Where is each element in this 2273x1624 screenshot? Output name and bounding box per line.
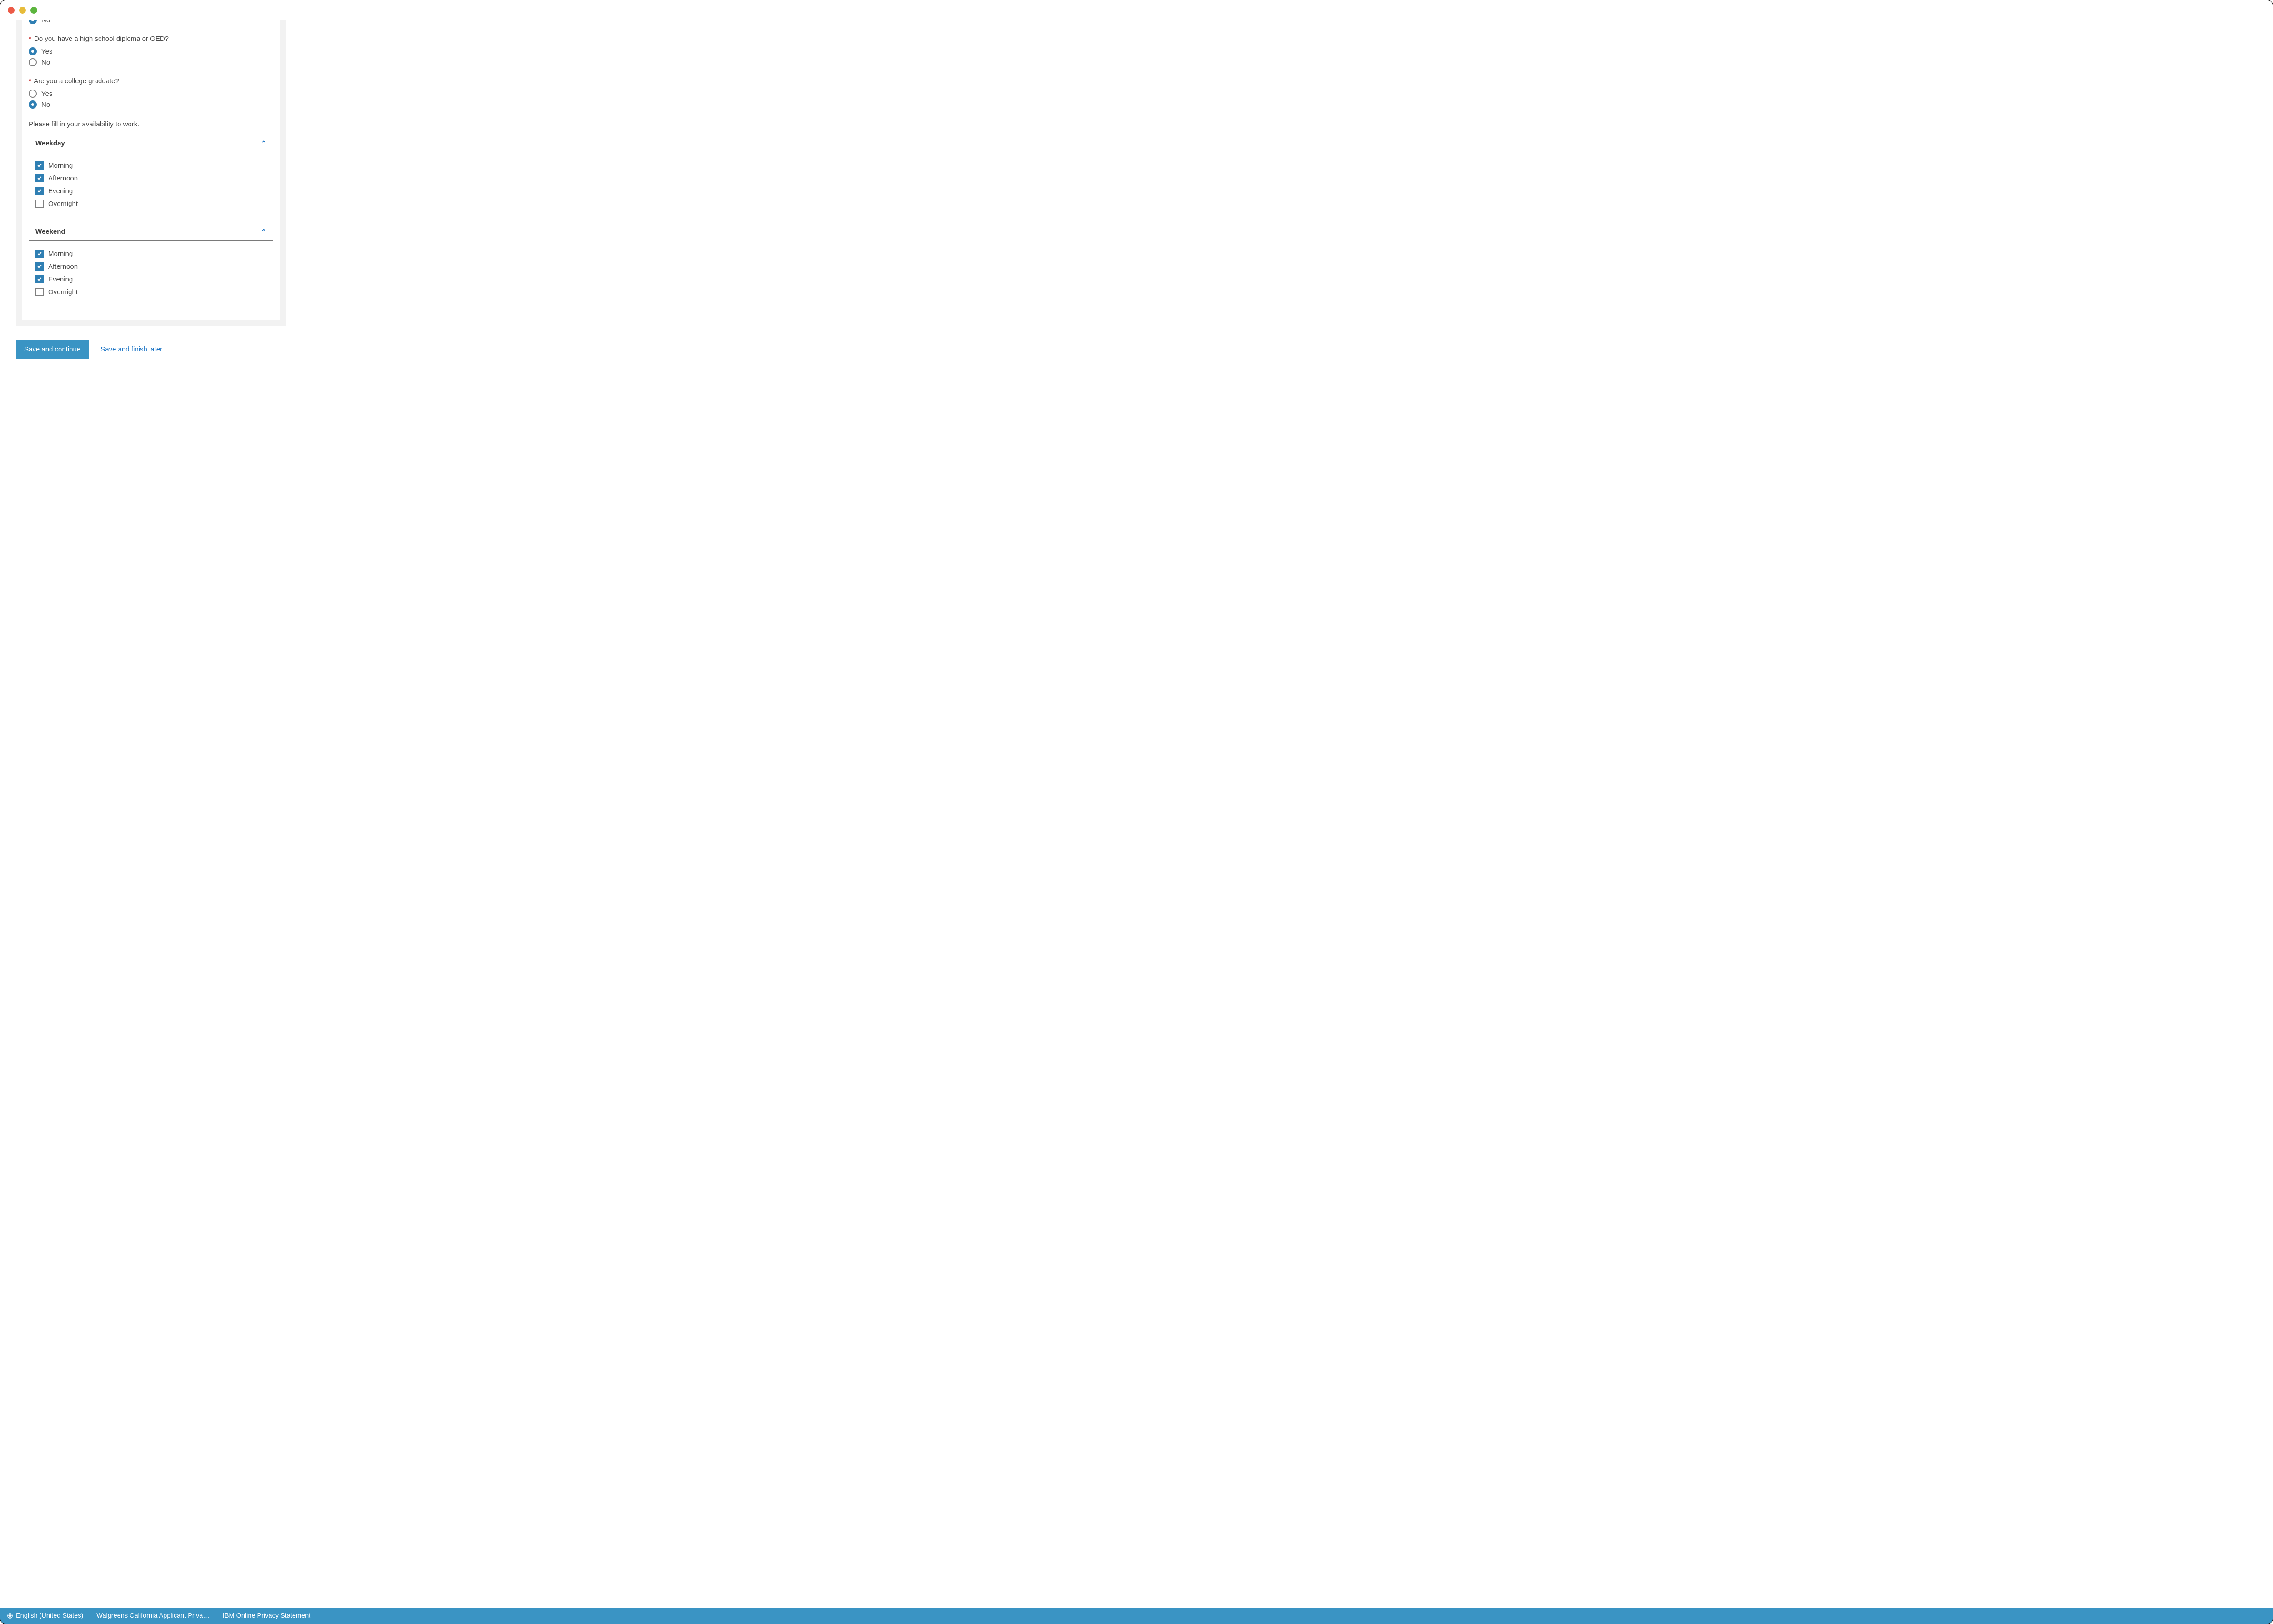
footer-bar: English (United States) Walgreens Califo… (0, 1608, 2273, 1624)
radio-label: No (41, 20, 50, 24)
radio-icon (29, 90, 37, 98)
radio-option[interactable]: No (29, 58, 273, 66)
required-asterisk: * (29, 35, 31, 43)
checkbox-option[interactable]: Afternoon (35, 262, 266, 271)
form-actions: Save and continue Save and finish later (16, 340, 2273, 359)
checkbox-icon (35, 187, 44, 195)
radio-label: Yes (41, 48, 52, 55)
availability-section: Weekend ⌃ Morning Afternoon Evening Overnight (29, 223, 273, 306)
save-continue-button[interactable]: Save and continue (16, 340, 89, 359)
question: * Are you a college graduate? Yes No (29, 77, 273, 109)
radio-option[interactable]: Yes (29, 90, 273, 98)
checkbox-icon (35, 288, 44, 296)
radio-icon (29, 47, 37, 55)
checkbox-option[interactable]: Overnight (35, 288, 266, 296)
footer-link-privacy-walgreens[interactable]: Walgreens California Applicant Priva… (90, 1611, 216, 1621)
checkbox-icon (35, 174, 44, 182)
window-minimize-icon[interactable] (19, 7, 26, 14)
checkbox-icon (35, 250, 44, 258)
required-asterisk: * (29, 77, 31, 85)
checkbox-label: Evening (48, 276, 73, 283)
checkbox-icon (35, 262, 44, 271)
window-zoom-icon[interactable] (30, 7, 37, 14)
radio-icon (29, 58, 37, 66)
question-text: Do you have a high school diploma or GED… (34, 35, 169, 43)
checkbox-label: Evening (48, 187, 73, 195)
chevron-up-icon: ⌃ (261, 228, 266, 236)
availability-instruction: Please fill in your availability to work… (29, 120, 273, 128)
footer-link-privacy-ibm[interactable]: IBM Online Privacy Statement (216, 1611, 317, 1621)
globe-icon (7, 1613, 13, 1619)
checkbox-label: Overnight (48, 200, 78, 208)
checkbox-icon (35, 200, 44, 208)
checkbox-label: Overnight (48, 288, 78, 296)
checkbox-label: Morning (48, 162, 73, 170)
question-text: Are you a college graduate? (34, 77, 119, 85)
question-label: * Do you have a high school diploma or G… (29, 35, 273, 43)
checkbox-label: Afternoon (48, 175, 78, 182)
availability-section: Weekday ⌃ Morning Afternoon Evening Overnight (29, 135, 273, 218)
accordion-body: Morning Afternoon Evening Overnight (29, 152, 273, 218)
radio-option[interactable]: Yes (29, 47, 273, 55)
question-label: * Are you a college graduate? (29, 77, 273, 85)
checkbox-option[interactable]: Morning (35, 250, 266, 258)
language-label: English (United States) (16, 1612, 83, 1619)
accordion-header[interactable]: Weekday ⌃ (29, 135, 273, 152)
checkbox-option[interactable]: Overnight (35, 200, 266, 208)
chevron-up-icon: ⌃ (261, 140, 266, 147)
checkbox-option[interactable]: Evening (35, 187, 266, 195)
checkbox-icon (35, 275, 44, 283)
save-finish-later-link[interactable]: Save and finish later (100, 346, 162, 353)
accordion-title: Weekend (35, 228, 65, 236)
checkbox-option[interactable]: Morning (35, 161, 266, 170)
checkbox-label: Afternoon (48, 263, 78, 271)
radio-label: No (41, 59, 50, 66)
checkbox-icon (35, 161, 44, 170)
page-scroll-area[interactable]: No * Do you have a high school diploma o… (0, 20, 2273, 1608)
accordion-title: Weekday (35, 140, 65, 147)
form-panel: No * Do you have a high school diploma o… (16, 20, 286, 326)
radio-icon (29, 20, 37, 24)
language-selector[interactable]: English (United States) (5, 1611, 90, 1621)
checkbox-option[interactable]: Evening (35, 275, 266, 283)
checkbox-option[interactable]: Afternoon (35, 174, 266, 182)
radio-label: Yes (41, 90, 52, 98)
radio-icon (29, 100, 37, 109)
radio-option[interactable]: No (29, 100, 273, 109)
accordion-header[interactable]: Weekend ⌃ (29, 223, 273, 241)
checkbox-label: Morning (48, 250, 73, 258)
window-close-icon[interactable] (8, 7, 15, 14)
question: * Do you have a high school diploma or G… (29, 35, 273, 66)
accordion-body: Morning Afternoon Evening Overnight (29, 241, 273, 306)
radio-label: No (41, 101, 50, 109)
window-titlebar (0, 0, 2273, 20)
